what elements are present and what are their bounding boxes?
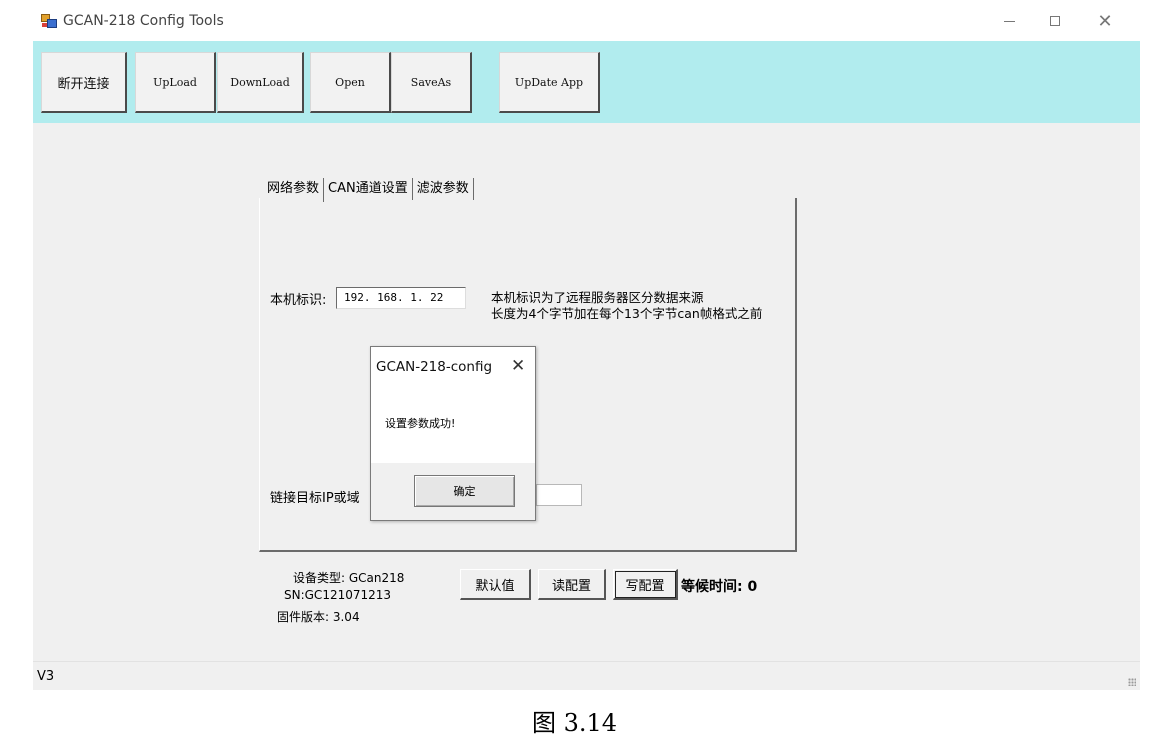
local-id-input[interactable]: 192. 168. 1. 22 xyxy=(336,287,466,309)
close-icon: ✕ xyxy=(1097,10,1113,32)
version-label: V3 xyxy=(37,669,55,684)
target-ip-label: 链接目标IP或域 xyxy=(270,491,360,506)
app-window: GCAN-218 Config Tools ✕ 断开连接 UpLoad Down… xyxy=(33,0,1140,690)
toolbar: 断开连接 UpLoad DownLoad Open SaveAs UpDate … xyxy=(33,41,1140,123)
device-type: 设备类型: GCan218 xyxy=(293,571,405,585)
write-config-button[interactable]: 写配置 xyxy=(613,569,678,600)
download-button[interactable]: DownLoad xyxy=(217,52,304,113)
read-config-button[interactable]: 读配置 xyxy=(538,569,606,600)
maximize-button[interactable] xyxy=(1035,6,1075,36)
dialog-close-icon[interactable]: ✕ xyxy=(511,356,525,376)
disconnect-button[interactable]: 断开连接 xyxy=(41,52,127,113)
device-sn: SN:GC121071213 xyxy=(284,588,392,602)
dialog-title: GCAN-218-config xyxy=(376,359,493,375)
status-bar: V3 xyxy=(33,661,1140,690)
local-id-note: 本机标识为了远程服务器区分数据来源 长度为4个字节加在每个13个字节can帧格式… xyxy=(491,290,762,322)
resize-grip-icon[interactable] xyxy=(1128,678,1136,686)
minimize-button[interactable] xyxy=(989,6,1029,36)
minimize-icon xyxy=(1003,20,1015,22)
dialog-message: 设置参数成功! xyxy=(385,417,456,430)
maximize-icon xyxy=(1050,16,1060,26)
open-button[interactable]: Open xyxy=(310,52,391,113)
dialog-ok-button[interactable]: 确定 xyxy=(414,475,515,507)
upload-button[interactable]: UpLoad xyxy=(135,52,216,113)
update-app-button[interactable]: UpDate App xyxy=(499,52,600,113)
title-bar: GCAN-218 Config Tools ✕ xyxy=(33,0,1140,41)
tab-filter-params[interactable]: 滤波参数 xyxy=(413,178,474,200)
note-line-1: 本机标识为了远程服务器区分数据来源 xyxy=(491,290,704,305)
tab-can-channel[interactable]: CAN通道设置 xyxy=(324,178,413,200)
note-line-2: 长度为4个字节加在每个13个字节can帧格式之前 xyxy=(491,306,763,321)
figure-caption: 图 3.14 xyxy=(531,709,618,737)
app-icon xyxy=(41,14,57,28)
saveas-button[interactable]: SaveAs xyxy=(391,52,472,113)
tab-strip: 网络参数 CAN通道设置 滤波参数 xyxy=(263,178,474,202)
close-button[interactable]: ✕ xyxy=(1085,6,1125,36)
local-id-label: 本机标识: xyxy=(270,293,327,308)
target-ip-input[interactable] xyxy=(536,484,582,506)
wait-time: 等候时间: 0 xyxy=(681,579,758,595)
window-title: GCAN-218 Config Tools xyxy=(63,13,224,29)
firmware-version: 固件版本: 3.04 xyxy=(277,610,360,624)
default-button[interactable]: 默认值 xyxy=(460,569,531,600)
success-dialog: GCAN-218-config ✕ 设置参数成功! 确定 xyxy=(370,346,536,521)
